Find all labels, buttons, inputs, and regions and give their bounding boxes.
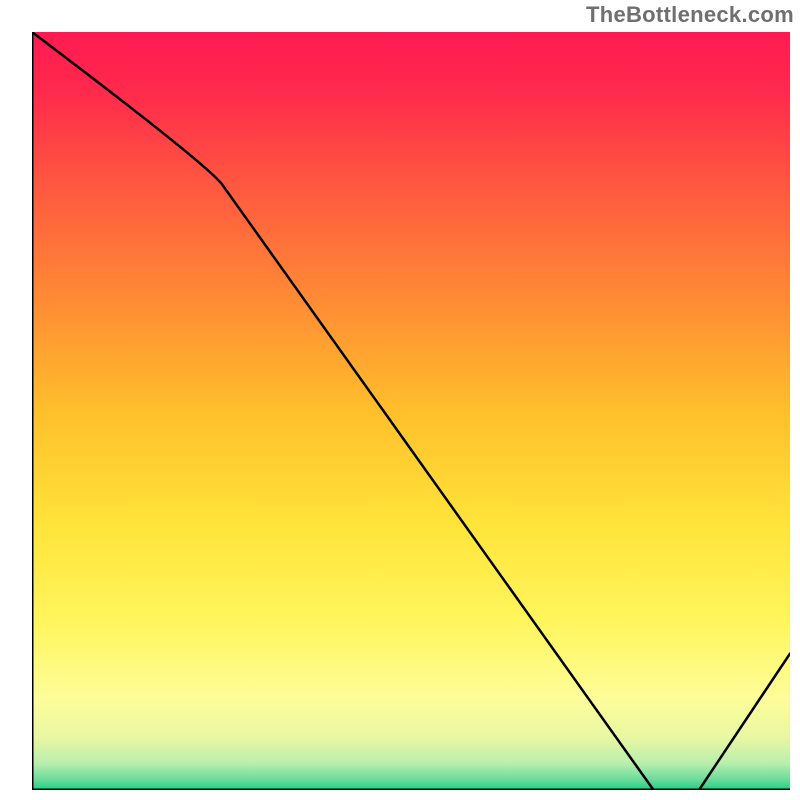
chart-frame: TheBottleneck.com xyxy=(0,0,800,800)
chart-background xyxy=(32,32,790,790)
chart-svg xyxy=(32,32,790,790)
watermark-text: TheBottleneck.com xyxy=(586,2,794,28)
plot-area xyxy=(32,32,790,790)
